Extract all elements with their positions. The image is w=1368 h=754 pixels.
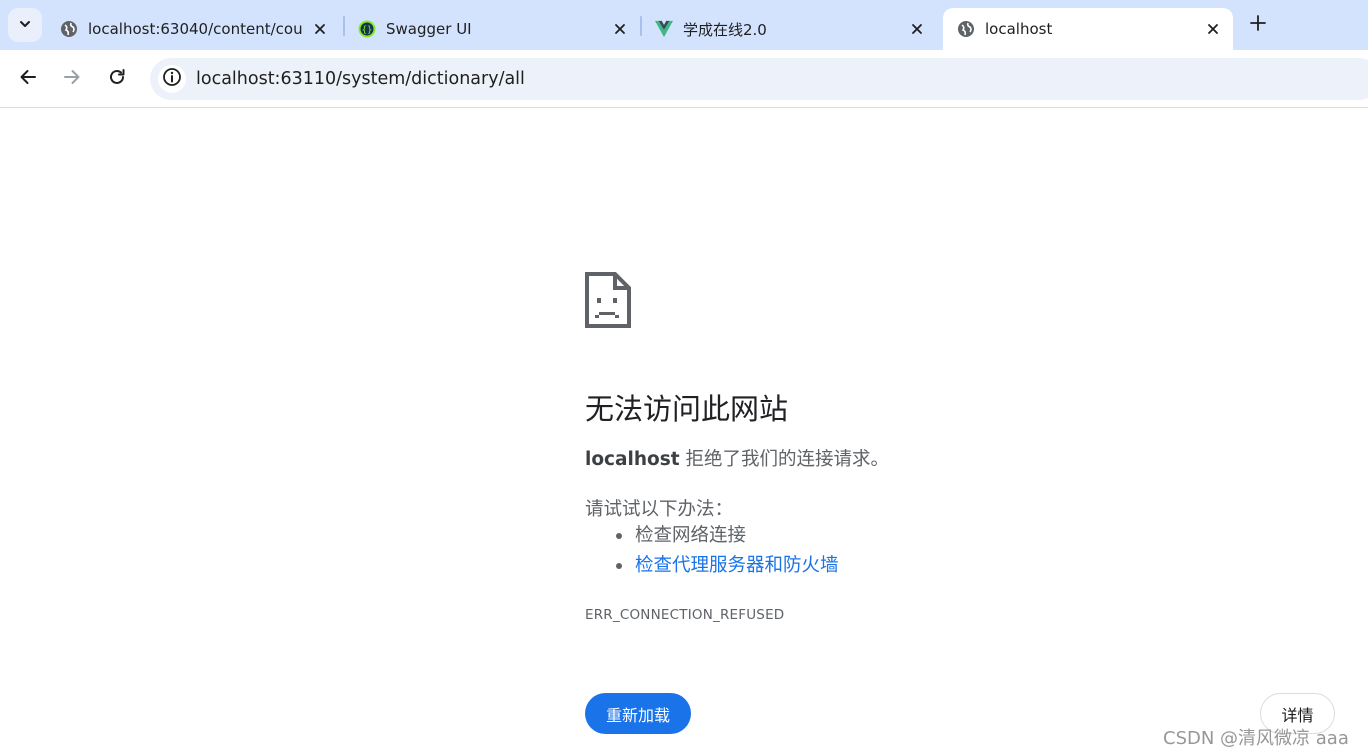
arrow-right-icon xyxy=(63,68,81,90)
address-bar[interactable]: localhost:63110/system/dictionary/all xyxy=(150,58,1368,100)
error-host: localhost xyxy=(585,449,680,470)
chevron-down-icon xyxy=(18,16,32,35)
error-code: ERR_CONNECTION_REFUSED xyxy=(585,607,785,623)
tab-title: localhost xyxy=(985,20,1053,38)
info-icon xyxy=(162,67,182,91)
globe-icon xyxy=(60,20,78,38)
close-tab-icon[interactable] xyxy=(1203,19,1223,39)
suggestion-check-proxy: 检查代理服务器和防火墙 xyxy=(612,555,839,585)
close-tab-icon[interactable] xyxy=(610,19,630,39)
tab-title: 学成在线2.0 xyxy=(683,20,767,39)
csdn-watermark: CSDN @清风微凉 aaa xyxy=(1163,728,1349,749)
close-tab-icon[interactable] xyxy=(310,19,330,39)
check-proxy-link[interactable]: 检查代理服务器和防火墙 xyxy=(635,555,839,576)
suggestion-text: 检查网络连接 xyxy=(635,525,747,546)
reload-button[interactable]: 重新加载 xyxy=(585,693,691,734)
error-summary-text: 拒绝了我们的连接请求。 xyxy=(679,449,889,470)
address-url[interactable]: localhost:63110/system/dictionary/all xyxy=(196,58,525,100)
suggestion-check-network: 检查网络连接 xyxy=(612,525,839,555)
arrow-left-icon xyxy=(19,68,37,90)
suggestions-label: 请试试以下办法： xyxy=(585,499,734,520)
plus-icon xyxy=(1250,15,1266,35)
back-button[interactable] xyxy=(11,62,45,96)
tab-title: Swagger UI xyxy=(386,20,472,38)
tab-localhost-active[interactable]: localhost xyxy=(943,8,1233,50)
error-heading: 无法访问此网站 xyxy=(585,392,789,426)
refresh-icon xyxy=(108,68,126,90)
tab-strip: localhost:63040/content/course {} Swagge… xyxy=(0,0,1368,50)
tab-localhost-content[interactable]: localhost:63040/content/course xyxy=(46,8,340,50)
site-info-button[interactable] xyxy=(158,65,186,93)
tab-xuecheng[interactable]: 学成在线2.0 xyxy=(641,8,937,50)
tab-title: localhost:63040/content/course xyxy=(88,20,304,38)
suggestions-list: 检查网络连接 检查代理服务器和防火墙 xyxy=(612,525,839,585)
forward-button[interactable] xyxy=(55,62,89,96)
tab-search-button[interactable] xyxy=(8,8,42,42)
new-tab-button[interactable] xyxy=(1245,12,1271,38)
close-tab-icon[interactable] xyxy=(907,19,927,39)
browser-toolbar: localhost:63110/system/dictionary/all xyxy=(0,50,1368,108)
vue-icon xyxy=(655,20,673,38)
globe-icon xyxy=(957,20,975,38)
reload-toolbar-button[interactable] xyxy=(100,62,134,96)
error-summary: localhost 拒绝了我们的连接请求。 xyxy=(585,445,889,471)
swagger-icon: {} xyxy=(358,20,376,38)
tab-swagger-ui[interactable]: {} Swagger UI xyxy=(344,8,640,50)
sad-document-icon xyxy=(585,272,631,328)
svg-text:{}: {} xyxy=(362,26,373,36)
